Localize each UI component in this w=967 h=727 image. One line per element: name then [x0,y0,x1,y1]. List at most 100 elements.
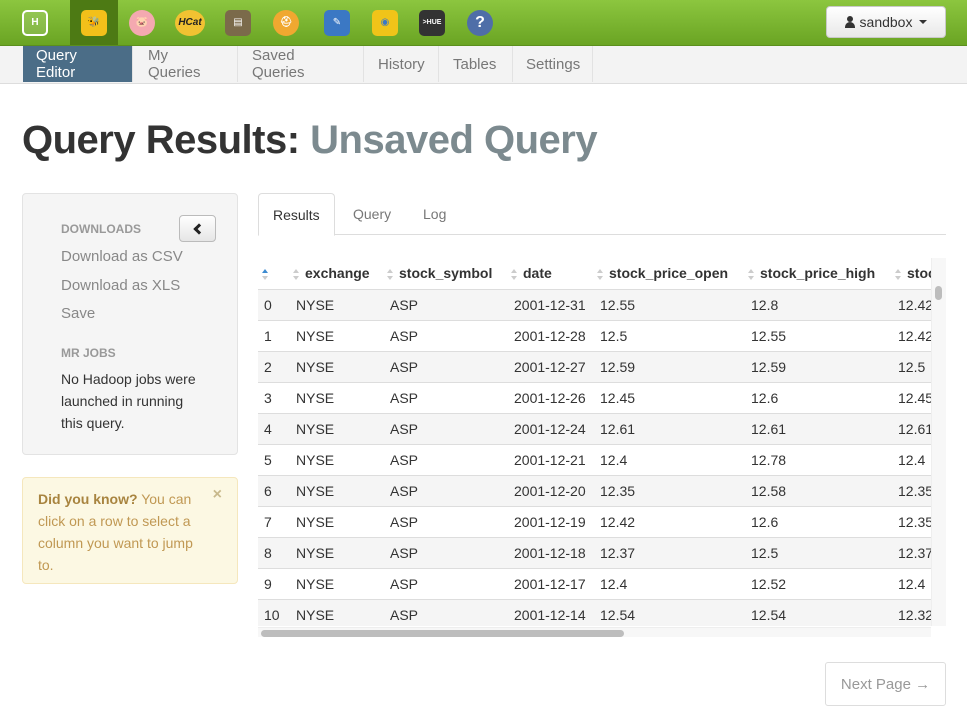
table-cell: ASP [383,319,507,351]
column-header-stock-truncated[interactable]: stock_ [891,258,931,289]
nav-query-editor[interactable]: Query Editor [23,46,133,82]
downloads-heading: DOWNLOADS [61,222,141,236]
nav-saved-queries[interactable]: Saved Queries [239,46,364,82]
table-cell: 12.55 [744,319,891,351]
table-cell: 5 [258,443,289,475]
table-cell: 2 [258,350,289,382]
download-xls-link[interactable]: Download as XLS [61,277,180,294]
collapse-sidebar-button[interactable] [179,215,216,242]
column-header-index[interactable] [258,258,289,289]
table-cell: 12.5 [744,536,891,568]
table-cell: ASP [383,288,507,320]
table-row[interactable]: 1 NYSE ASP 2001-12-28 12.5 12.55 12.42 [258,319,931,351]
table-cell: 12.78 [744,443,891,475]
next-page-button[interactable]: Next Page → [825,662,946,706]
column-header-stock-price-open[interactable]: stock_price_open [593,258,744,289]
table-row[interactable]: 2 NYSE ASP 2001-12-27 12.59 12.59 12.5 [258,350,931,382]
nav-history[interactable]: History [365,46,439,82]
table-cell: NYSE [289,319,383,351]
sort-icon [748,268,755,281]
shell-icon[interactable]: >HUE [408,0,456,45]
download-csv-link[interactable]: Download as CSV [61,248,183,265]
table-cell: NYSE [289,567,383,599]
hue-logo-icon[interactable]: H [11,0,59,45]
table-row[interactable]: 3 NYSE ASP 2001-12-26 12.45 12.6 12.45 [258,381,931,413]
nav-settings[interactable]: Settings [513,46,593,82]
user-menu-button[interactable]: sandbox [826,6,946,38]
user-icon [844,16,855,28]
table-row[interactable]: 4 NYSE ASP 2001-12-24 12.61 12.61 12.61 [258,412,931,444]
nav-my-queries[interactable]: My Queries [135,46,238,82]
table-row[interactable]: 5 NYSE ASP 2001-12-21 12.4 12.78 12.4 [258,443,931,475]
chevron-left-icon [193,222,205,235]
horizontal-scroll-thumb[interactable] [261,630,624,637]
table-row[interactable]: 10 NYSE ASP 2001-12-14 12.54 12.54 12.32 [258,598,931,626]
table-cell: 2001-12-21 [507,443,593,475]
column-header-stock-symbol[interactable]: stock_symbol [383,258,507,289]
table-cell: 12.59 [593,350,744,382]
table-cell: 12.54 [593,598,744,626]
table-cell: 2001-12-24 [507,412,593,444]
table-cell: 12.5 [593,319,744,351]
page-title-main: Query Results: [22,118,300,162]
table-cell: 12.6 [744,381,891,413]
table-cell: ASP [383,350,507,382]
column-header-date[interactable]: date [507,258,593,289]
hcat-icon[interactable]: HCat [166,0,214,45]
sort-icon [597,268,604,281]
query-name: Unsaved Query [310,118,598,162]
oozie-icon[interactable]: ✎ [313,0,361,45]
table-cell: 12.4 [593,443,744,475]
help-icon[interactable]: ? [456,0,504,45]
column-header-stock-price-high[interactable]: stock_price_high [744,258,891,289]
vertical-scroll-thumb[interactable] [935,286,942,300]
tab-results[interactable]: Results [258,193,335,236]
sort-asc-icon [262,268,269,281]
sort-icon [511,268,518,281]
table-cell: 12.42 [593,505,744,537]
table-cell: 2001-12-28 [507,319,593,351]
table-row[interactable]: 6 NYSE ASP 2001-12-20 12.35 12.58 12.35 [258,474,931,506]
table-cell: 12.4 [593,567,744,599]
table-cell: 12.37 [891,536,931,568]
table-cell: 2001-12-19 [507,505,593,537]
table-cell: 12.5 [891,350,931,382]
table-cell: 2001-12-31 [507,288,593,320]
table-row[interactable]: 0 NYSE ASP 2001-12-31 12.55 12.8 12.42 [258,288,931,320]
table-cell: 7 [258,505,289,537]
beeswax-icon[interactable]: 🐝 [70,0,118,45]
sort-icon [895,268,902,281]
job-browser-icon[interactable]: ◉ [361,0,409,45]
pig-icon[interactable]: 🐷 [118,0,166,45]
file-browser-icon[interactable]: ▤ [214,0,262,45]
table-cell: 9 [258,567,289,599]
tip-text: Did you know? You can click on a row to … [38,488,198,576]
table-cell: NYSE [289,536,383,568]
table-cell: 12.42 [891,319,931,351]
table-row[interactable]: 7 NYSE ASP 2001-12-19 12.42 12.6 12.35 [258,505,931,537]
table-body: 0 NYSE ASP 2001-12-31 12.55 12.8 12.42 1 NYSE ASP… [258,288,931,626]
table-row[interactable]: 8 NYSE ASP 2001-12-18 12.37 12.5 12.37 [258,536,931,568]
sort-icon [293,268,300,281]
table-cell: 12.37 [593,536,744,568]
column-header-exchange[interactable]: exchange [289,258,383,289]
table-cell: NYSE [289,288,383,320]
table-row[interactable]: 9 NYSE ASP 2001-12-17 12.4 12.52 12.4 [258,567,931,599]
table-cell: 2001-12-18 [507,536,593,568]
nav-tables[interactable]: Tables [440,46,513,82]
table-cell: 0 [258,288,289,320]
table-cell: ASP [383,505,507,537]
horizontal-scrollbar[interactable] [258,627,931,637]
did-you-know-tip: Did you know? You can click on a row to … [22,477,238,584]
close-icon[interactable]: × [213,486,222,504]
tab-log[interactable]: Log [409,193,460,235]
tab-query[interactable]: Query [339,193,405,235]
table-cell: ASP [383,598,507,626]
table-cell: 12.8 [744,288,891,320]
vertical-scrollbar[interactable] [931,258,946,626]
save-link[interactable]: Save [61,305,95,322]
table-cell: 12.61 [744,412,891,444]
job-designer-icon[interactable]: ⛑ [262,0,310,45]
table-cell: 10 [258,598,289,626]
table-cell: 4 [258,412,289,444]
